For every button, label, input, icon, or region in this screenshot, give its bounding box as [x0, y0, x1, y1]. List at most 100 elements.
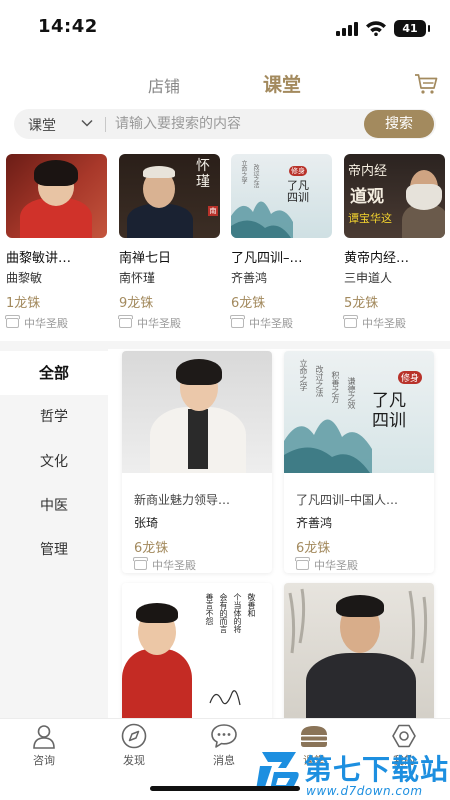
user-icon: [33, 725, 55, 749]
nav-item-messages[interactable]: 消息: [194, 723, 254, 768]
course-author: 三申道人: [344, 271, 393, 285]
sidebar-item-philosophy[interactable]: 哲学: [0, 395, 108, 439]
thumbnail-side-text: 立命之学: [299, 359, 308, 391]
thumbnail-side-text: 积善之方: [331, 371, 340, 403]
thumbnail-poem-line: 会有的而言: [219, 593, 228, 633]
thumbnail-top-text: 帝内经: [348, 164, 388, 179]
course-price: 6龙铢: [134, 541, 169, 556]
course-title: 南禅七日: [119, 251, 172, 266]
thumbnail-side-text: 立命之学: [240, 160, 247, 184]
course-thumbnail: 了凡四训 修身 立命之学 改过之法 积善之方 谦德之效: [284, 351, 434, 473]
signal-icon: [336, 22, 360, 36]
thumbnail-side-text: 改过之法: [252, 164, 259, 188]
shop-label: 中华圣殿: [343, 315, 406, 331]
signature-mark: [209, 690, 241, 706]
course-price: 6龙铢: [296, 541, 331, 556]
course-thumbnail: 善言不怨 会有的而言 个当体的将 敬善和: [122, 583, 272, 719]
thumbnail-main-text: 了凡四训: [372, 391, 406, 431]
course-card[interactable]: 新商业魅力领导… 张琦 6龙铢 中华圣殿: [122, 351, 272, 573]
shop-icon: [343, 315, 358, 328]
sidebar-item-culture[interactable]: 文化: [0, 440, 108, 484]
category-sidebar: 全部 哲学 文化 中医 管理: [0, 349, 108, 719]
course-price: 6龙铢: [231, 296, 266, 311]
course-title: 曲黎敏讲…: [6, 251, 72, 266]
nav-label: 消息: [213, 754, 235, 767]
thumbnail-calligraphy: 怀瑾: [196, 158, 210, 190]
search-scope-select[interactable]: 课堂: [28, 115, 56, 135]
course-thumbnail: 了凡四训 修身 立命之学 改过之法: [231, 154, 332, 238]
featured-card[interactable]: 曲黎敏讲… 曲黎敏 1龙铢 中华圣殿: [5, 154, 107, 330]
course-thumbnail: [284, 583, 434, 719]
course-author: 齐善鸿: [231, 271, 268, 285]
sidebar-item-all[interactable]: 全部: [0, 351, 108, 395]
course-price: 9龙铢: [119, 296, 154, 311]
thumbnail-seal: 南: [208, 206, 218, 216]
thumbnail-bottom-text: 谭宝华这: [348, 212, 392, 225]
search-input[interactable]: [115, 113, 360, 135]
status-time: 14:42: [38, 16, 98, 37]
thumbnail-poem-line: 善言不怨: [205, 593, 214, 625]
thumbnail-poem-line: 个当体的将: [233, 593, 242, 633]
thumbnail-main-text: 了凡四训: [287, 179, 309, 204]
cart-icon[interactable]: [414, 73, 438, 95]
course-card[interactable]: 善言不怨 会有的而言 个当体的将 敬善和: [122, 583, 272, 719]
compass-icon: [121, 723, 147, 749]
sidebar-item-tcm[interactable]: 中医: [0, 484, 108, 528]
settings-icon: [392, 724, 416, 748]
chevron-down-icon[interactable]: [80, 117, 94, 129]
course-author: 齐善鸿: [296, 516, 333, 530]
battery-icon: 41: [394, 20, 430, 37]
course-title: 了凡四训–中国人…: [296, 493, 399, 507]
course-title: 黄帝内经…: [344, 251, 410, 266]
featured-card[interactable]: 帝内经 道观 谭宝华这 黄帝内经… 三申道人 5龙铢 中华圣殿: [343, 154, 445, 330]
search-divider: [105, 117, 106, 132]
thumbnail-side-text: 改过之法: [315, 365, 324, 397]
shop-label: 中华圣殿: [118, 315, 181, 331]
course-author: 张琦: [134, 516, 159, 530]
course-thumbnail: 怀瑾 南: [119, 154, 220, 238]
course-grid: 新商业魅力领导… 张琦 6龙铢 中华圣殿 了凡四训 修身 立命之学 改过之法 积…: [108, 349, 450, 719]
shop-icon: [230, 315, 245, 328]
course-thumbnail: [122, 351, 272, 473]
course-price: 1龙铢: [6, 296, 41, 311]
nav-item-discover[interactable]: 发现: [104, 723, 164, 768]
shop-icon: [295, 557, 310, 570]
featured-card[interactable]: 了凡四训 修身 立命之学 改过之法 了凡四训–… 齐善鸿 6龙铢 中华圣殿: [230, 154, 332, 330]
course-title: 了凡四训–…: [231, 251, 303, 266]
shop-icon: [118, 315, 133, 328]
thumbnail-tag: 修身: [289, 166, 307, 176]
top-header: 店铺 课堂: [0, 60, 450, 108]
shop-icon: [5, 315, 20, 328]
watermark: 第七下载站 www.d7down.com: [256, 748, 450, 800]
nav-label: 咨询: [33, 754, 55, 767]
classroom-icon: [301, 726, 327, 747]
tab-classroom[interactable]: 课堂: [263, 70, 301, 97]
course-price: 5龙铢: [344, 296, 379, 311]
course-card[interactable]: [284, 583, 434, 719]
tab-shop[interactable]: 店铺: [148, 73, 180, 97]
search-button[interactable]: 搜索: [364, 110, 434, 138]
shop-label: 中华圣殿: [295, 557, 358, 573]
status-bar: 14:42 41: [0, 0, 450, 56]
nav-label: 发现: [123, 754, 145, 767]
thumbnail-mid-text: 道观: [350, 187, 384, 207]
search-bar: 课堂 搜索: [14, 109, 436, 139]
course-card[interactable]: 了凡四训 修身 立命之学 改过之法 积善之方 谦德之效 了凡四训–中国人… 齐善…: [284, 351, 434, 573]
course-thumbnail: 帝内经 道观 谭宝华这: [344, 154, 445, 238]
nav-item-consult[interactable]: 咨询: [14, 723, 74, 768]
wifi-icon: [366, 21, 386, 36]
featured-card[interactable]: 怀瑾 南 南禅七日 南怀瑾 9龙铢 中华圣殿: [118, 154, 220, 330]
shop-label: 中华圣殿: [230, 315, 293, 331]
course-thumbnail: [6, 154, 107, 238]
featured-course-list: 曲黎敏讲… 曲黎敏 1龙铢 中华圣殿 怀瑾 南 南禅七日 南怀瑾 9龙铢 中华圣…: [5, 154, 450, 334]
sidebar-item-management[interactable]: 管理: [0, 528, 108, 572]
course-author: 曲黎敏: [6, 271, 43, 285]
watermark-url: www.d7down.com: [306, 784, 423, 798]
chat-icon: [211, 724, 237, 748]
thumbnail-tag: 修身: [398, 371, 423, 384]
thumbnail-side-text: 谦德之效: [347, 377, 356, 409]
shop-label: 中华圣殿: [5, 315, 68, 331]
course-author: 南怀瑾: [119, 271, 156, 285]
section-separator: [0, 341, 450, 349]
thumbnail-poem-line: 敬善和: [247, 593, 256, 617]
